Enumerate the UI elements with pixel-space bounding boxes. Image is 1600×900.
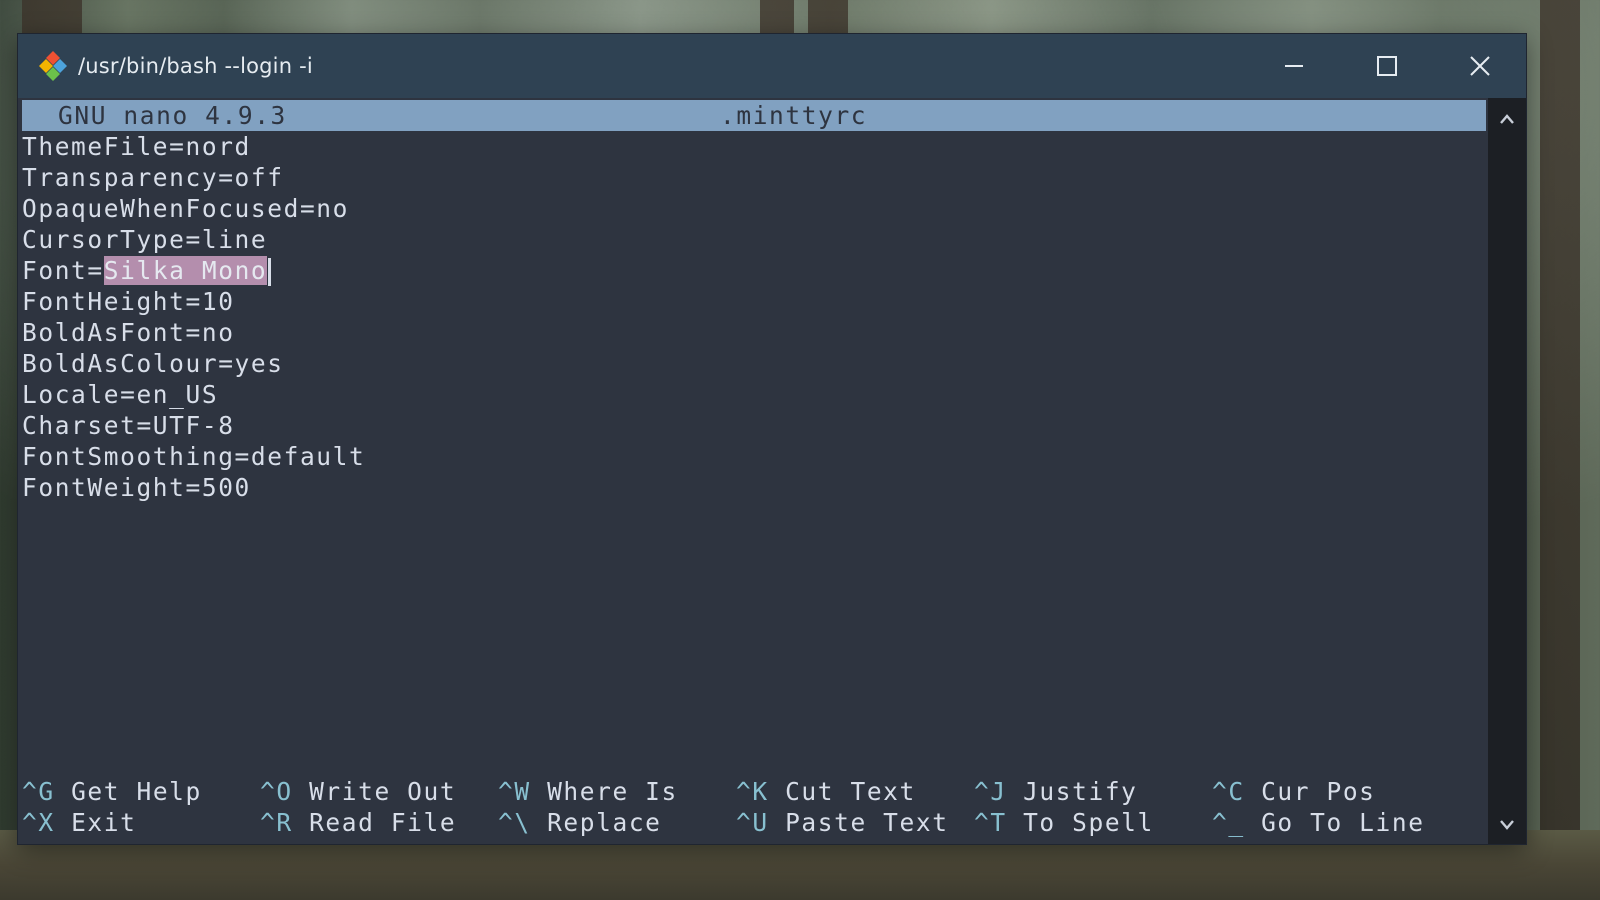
- shortcut-replace: ^\ Replace: [498, 808, 662, 837]
- editor-line-font[interactable]: Font=Silka Mono: [22, 255, 365, 286]
- shortcut-where-is: ^W Where Is: [498, 777, 678, 806]
- shortcut-row: ^X Exit ^R Read File ^\ Replace ^U Paste…: [22, 807, 1423, 838]
- vertical-scrollbar[interactable]: [1488, 98, 1526, 844]
- shortcut-write-out: ^O Write Out: [260, 777, 457, 806]
- editor-line[interactable]: BoldAsColour=yes: [22, 348, 365, 379]
- editor-buffer[interactable]: ThemeFile=nord Transparency=off OpaqueWh…: [22, 131, 365, 503]
- maximize-button[interactable]: [1340, 34, 1433, 98]
- terminal-window[interactable]: /usr/bin/bash --login -i GNU nano 4.9.3 …: [18, 34, 1526, 844]
- git-bash-icon: [39, 51, 67, 81]
- editor-line[interactable]: FontWeight=500: [22, 472, 365, 503]
- maximize-icon: [1376, 56, 1397, 76]
- shortcut-bar: ^G Get Help ^O Write Out ^W Where Is ^K …: [22, 776, 1423, 838]
- title-bar[interactable]: /usr/bin/bash --login -i: [18, 34, 1526, 98]
- shortcut-read-file: ^R Read File: [260, 808, 457, 837]
- chevron-up-icon: [1500, 114, 1514, 124]
- background-tree: [1540, 0, 1580, 900]
- shortcut-go-to-line: ^_ Go To Line: [1212, 808, 1425, 837]
- terminal-area[interactable]: GNU nano 4.9.3 .minttyrc ThemeFile=nord …: [18, 98, 1488, 844]
- editor-line[interactable]: Locale=en_US: [22, 379, 365, 410]
- close-button[interactable]: [1433, 34, 1526, 98]
- selected-text[interactable]: Silka Mono: [103, 256, 268, 285]
- line-prefix: Font=: [22, 256, 104, 285]
- editor-line[interactable]: Transparency=off: [22, 162, 365, 193]
- editor-line[interactable]: ThemeFile=nord: [22, 131, 365, 162]
- shortcut-exit: ^X Exit: [22, 808, 137, 837]
- shortcut-cut-text: ^K Cut Text: [736, 777, 916, 806]
- window-title: /usr/bin/bash --login -i: [78, 54, 313, 78]
- editor-line[interactable]: OpaqueWhenFocused=no: [22, 193, 365, 224]
- chevron-down-icon: [1500, 820, 1514, 830]
- shortcut-justify: ^J Justify: [974, 777, 1138, 806]
- shortcut-row: ^G Get Help ^O Write Out ^W Where Is ^K …: [22, 776, 1374, 807]
- shortcut-cur-pos: ^C Cur Pos: [1212, 777, 1376, 806]
- editor-line[interactable]: CursorType=line: [22, 224, 365, 255]
- editor-line[interactable]: FontSmoothing=default: [22, 441, 365, 472]
- nano-title-bar: GNU nano 4.9.3 .minttyrc: [22, 100, 1486, 131]
- editor-line[interactable]: BoldAsFont=no: [22, 317, 365, 348]
- scroll-up-button[interactable]: [1488, 102, 1526, 136]
- scroll-down-button[interactable]: [1488, 808, 1526, 842]
- editor-line[interactable]: Charset=UTF-8: [22, 410, 365, 441]
- minimize-button[interactable]: [1247, 34, 1340, 98]
- shortcut-paste-text: ^U Paste Text: [736, 808, 949, 837]
- editor-line[interactable]: FontHeight=10: [22, 286, 365, 317]
- minimize-icon: [1284, 65, 1303, 67]
- shortcut-to-spell: ^T To Spell: [974, 808, 1154, 837]
- close-icon: [1469, 56, 1490, 76]
- shortcut-get-help: ^G Get Help: [22, 777, 202, 806]
- text-cursor: [268, 258, 272, 286]
- file-name: .minttyrc: [720, 101, 868, 130]
- nano-version: GNU nano 4.9.3: [58, 101, 287, 130]
